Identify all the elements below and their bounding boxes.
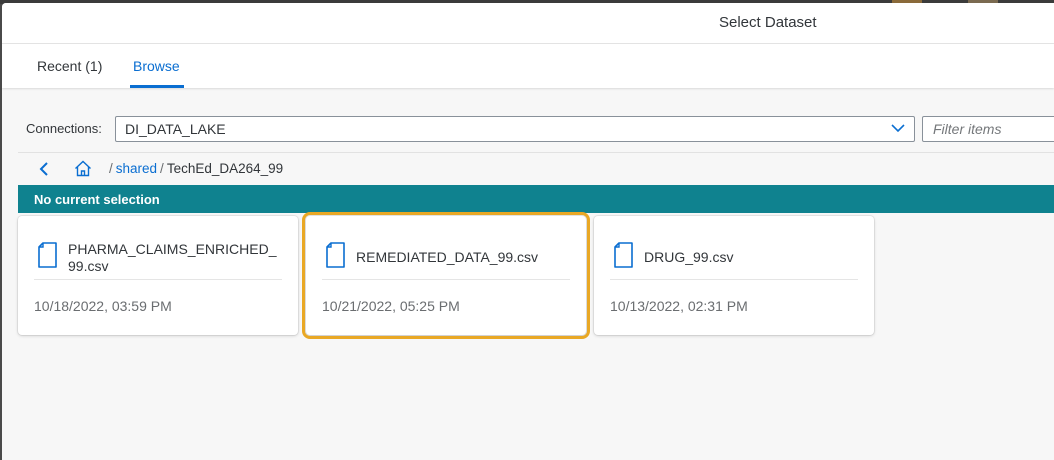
file-name: DRUG_99.csv: [644, 249, 734, 265]
breadcrumb-link-shared[interactable]: shared: [116, 161, 157, 176]
card-divider: [322, 279, 570, 280]
selection-status-bar: No current selection: [18, 185, 1054, 213]
filter-items-input[interactable]: [922, 116, 1054, 142]
card-divider: [610, 279, 858, 280]
tab-bar: Recent (1) Browse: [2, 44, 1054, 88]
chevron-down-icon[interactable]: [890, 120, 906, 136]
file-name: REMEDIATED_DATA_99.csv: [356, 249, 539, 265]
breadcrumb-current: TechEd_DA264_99: [166, 161, 284, 176]
file-name: PHARMA_CLAIMS_ENRICHED_99.csv: [68, 241, 277, 274]
connections-select[interactable]: DI_DATA_LAKE: [115, 116, 915, 142]
connections-value: DI_DATA_LAKE: [125, 121, 226, 137]
home-icon[interactable]: [74, 160, 92, 177]
file-modified-date: 10/18/2022, 03:59 PM: [34, 298, 172, 314]
file-icon: [326, 242, 345, 268]
dialog-title: Select Dataset: [719, 14, 817, 31]
file-icon: [38, 242, 57, 268]
connections-label: Connections:: [26, 121, 102, 136]
breadcrumb-separator: /: [160, 161, 164, 176]
file-card[interactable]: DRUG_99.csv 10/13/2022, 02:31 PM: [594, 216, 874, 335]
breadcrumb-separator: /: [109, 161, 113, 176]
back-arrow-icon[interactable]: [38, 161, 50, 177]
selection-status-text: No current selection: [34, 192, 160, 207]
file-card[interactable]: PHARMA_CLAIMS_ENRICHED_99.csv 10/18/2022…: [18, 216, 298, 335]
file-card-highlighted[interactable]: REMEDIATED_DATA_99.csv 10/21/2022, 05:25…: [302, 212, 590, 339]
dialog-header: Select Dataset: [2, 3, 1054, 44]
file-icon: [614, 242, 633, 268]
breadcrumb: / shared / TechEd_DA264_99: [106, 161, 283, 176]
breadcrumb-bar: / shared / TechEd_DA264_99: [18, 152, 1054, 185]
tab-browse[interactable]: Browse: [130, 44, 184, 88]
file-modified-date: 10/13/2022, 02:31 PM: [610, 298, 748, 314]
file-modified-date: 10/21/2022, 05:25 PM: [322, 298, 460, 314]
select-dataset-dialog: Select Dataset Recent (1) Browse Connect…: [2, 3, 1054, 460]
tab-recent[interactable]: Recent (1): [37, 44, 102, 88]
card-divider: [34, 279, 282, 280]
